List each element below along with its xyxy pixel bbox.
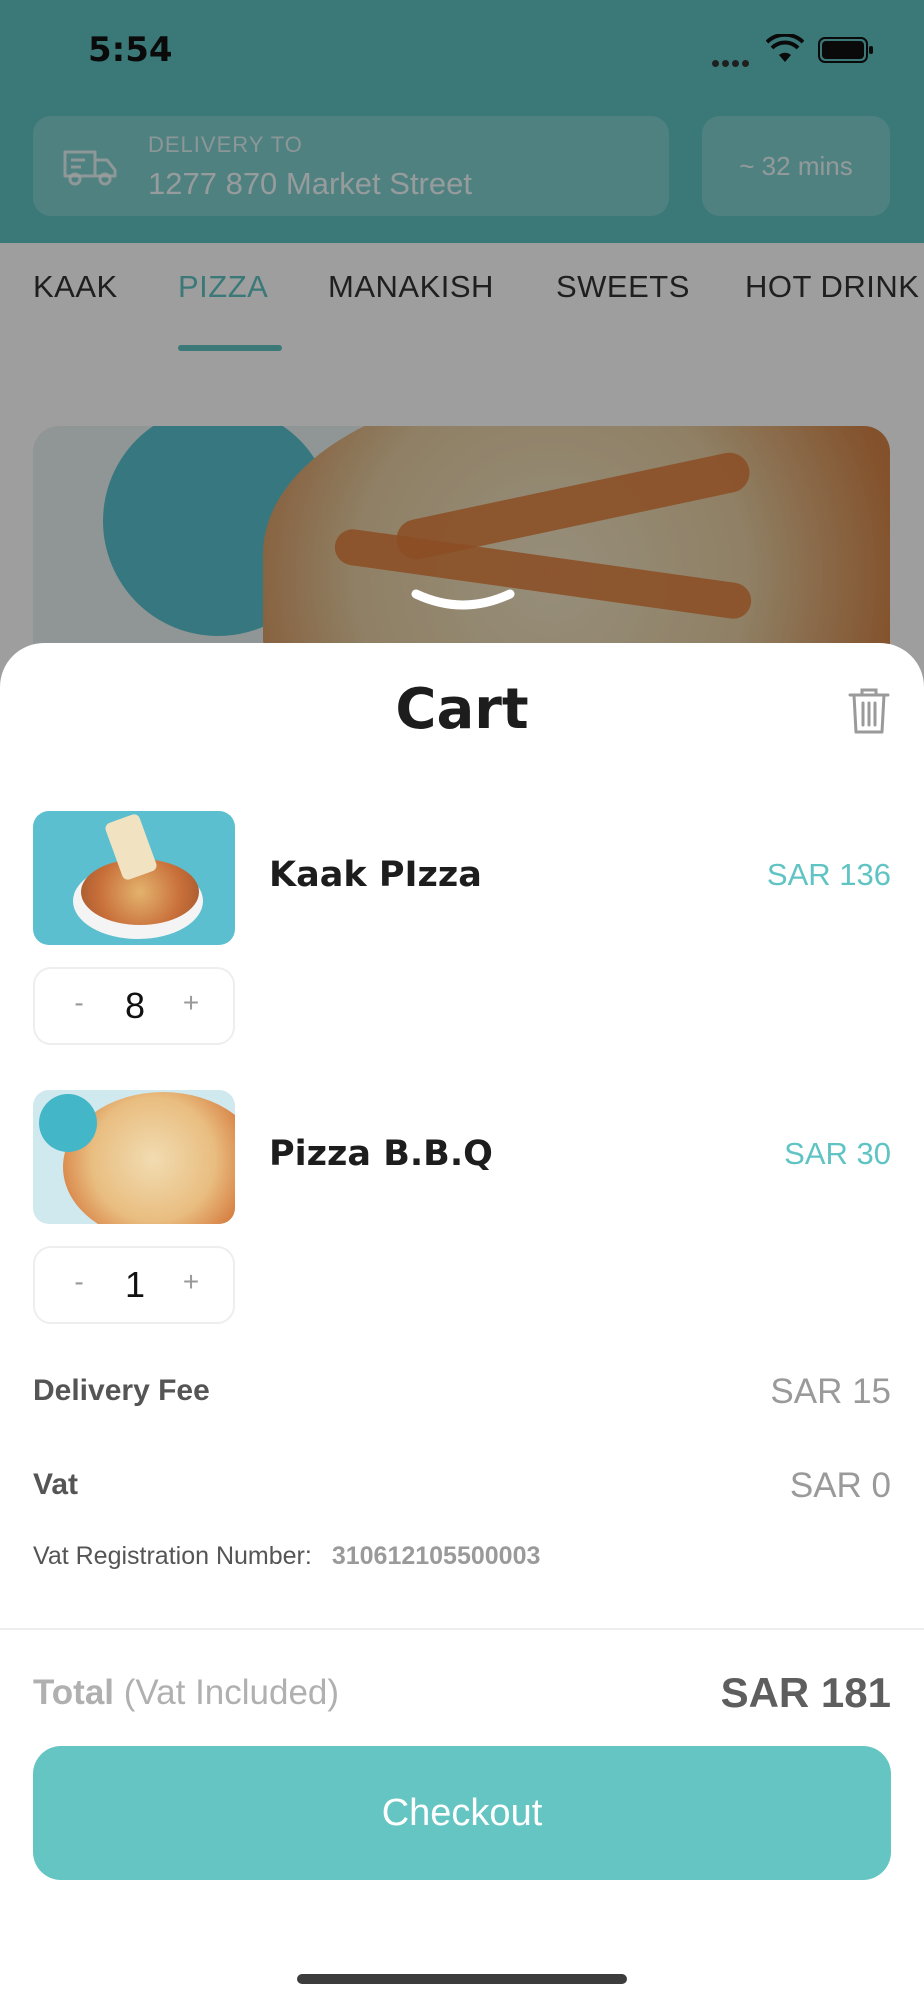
cart-sheet: Cart Kaak PIzza SAR 136 - 8 + Pizza B.B.…	[0, 643, 924, 2000]
vat-registration-label: Vat Registration Number:	[33, 1542, 312, 1570]
item-image	[33, 811, 235, 945]
item-price: SAR 30	[784, 1136, 891, 1171]
home-indicator[interactable]	[297, 1974, 627, 1984]
item-name: Kaak PIzza	[269, 855, 482, 895]
item-name: Pizza B.B.Q	[269, 1134, 493, 1174]
total-title: Total	[33, 1673, 115, 1712]
chevron-down-icon[interactable]	[410, 588, 516, 620]
quantity-stepper: - 8 +	[33, 967, 235, 1045]
vat-value: SAR 0	[789, 1466, 891, 1505]
increase-button[interactable]: +	[171, 1266, 211, 1298]
trash-icon[interactable]	[846, 685, 892, 735]
vat-registration: Vat Registration Number: 310612105500003	[33, 1542, 540, 1571]
cart-item: Pizza B.B.Q SAR 30 - 1 +	[33, 1090, 891, 1350]
checkout-button[interactable]: Checkout	[33, 1746, 891, 1880]
total-value: SAR 181	[720, 1669, 891, 1716]
delivery-fee-value: SAR 15	[770, 1372, 891, 1411]
cart-item: Kaak PIzza SAR 136 - 8 +	[33, 811, 891, 1071]
divider	[0, 1628, 924, 1630]
vat-label: Vat	[33, 1468, 79, 1501]
item-price: SAR 136	[766, 857, 891, 892]
delivery-fee-label: Delivery Fee	[33, 1374, 210, 1407]
decrease-button[interactable]: -	[59, 1266, 99, 1298]
item-image	[33, 1090, 235, 1224]
total-note: (Vat Included)	[123, 1673, 340, 1712]
quantity-value: 8	[124, 985, 146, 1026]
total-label: Total (Vat Included)	[33, 1673, 339, 1713]
quantity-stepper: - 1 +	[33, 1246, 235, 1324]
decrease-button[interactable]: -	[59, 987, 99, 1019]
quantity-value: 1	[124, 1264, 146, 1305]
vat-registration-number: 310612105500003	[331, 1542, 541, 1570]
cart-title: Cart	[395, 677, 529, 742]
increase-button[interactable]: +	[171, 987, 211, 1019]
